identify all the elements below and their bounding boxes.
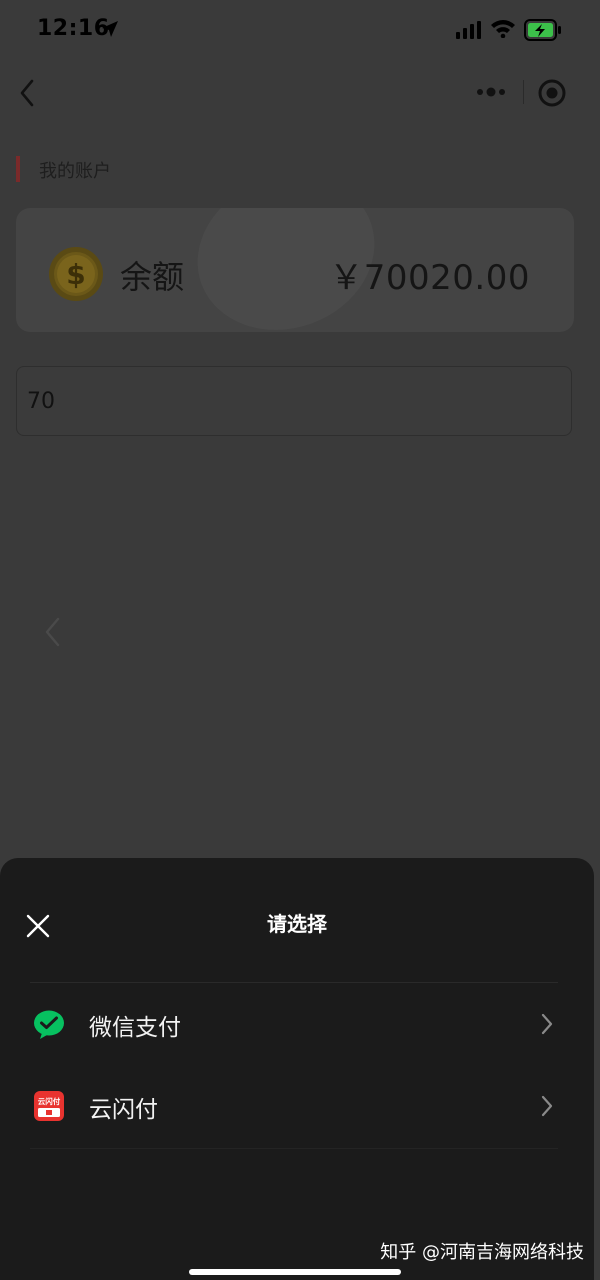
amount-input[interactable] bbox=[16, 366, 572, 436]
balance-card: $ 余额 ￥70020.00 bbox=[16, 208, 574, 332]
status-time: 12:16 bbox=[37, 16, 110, 41]
payment-method-sheet: 请选择 微信支付 云闪付 云闪付 bbox=[0, 858, 594, 1280]
payment-option-wechat-pay[interactable]: 微信支付 bbox=[0, 984, 594, 1064]
target-circle-icon[interactable] bbox=[537, 78, 567, 108]
payment-option-label: 微信支付 bbox=[89, 1015, 181, 1041]
unionpay-quickpass-icon: 云闪付 bbox=[34, 1091, 64, 1121]
watermark-text: 知乎 @河南吉海网络科技 bbox=[380, 1242, 584, 1263]
payment-option-label: 云闪付 bbox=[89, 1097, 158, 1123]
cellular-signal-icon bbox=[456, 21, 481, 39]
payment-option-unionpay[interactable]: 云闪付 云闪付 bbox=[0, 1066, 594, 1146]
wechat-pay-icon bbox=[34, 1010, 64, 1039]
capsule-divider bbox=[523, 80, 524, 104]
divider bbox=[30, 982, 558, 983]
more-dots-icon[interactable] bbox=[475, 79, 509, 105]
wifi-icon bbox=[491, 20, 515, 38]
status-bar: 12:16 bbox=[0, 0, 600, 60]
back-chevron-icon[interactable] bbox=[16, 78, 40, 108]
svg-text:$: $ bbox=[66, 258, 85, 291]
balance-label: 余额 bbox=[120, 258, 185, 296]
dollar-coin-icon: $ bbox=[49, 247, 103, 301]
section-accent-bar bbox=[16, 156, 20, 182]
section-title-text: 我的账户 bbox=[39, 161, 111, 182]
battery-charging-icon bbox=[524, 19, 561, 41]
location-arrow-icon bbox=[102, 21, 118, 37]
divider bbox=[30, 1148, 558, 1149]
sheet-title: 请选择 bbox=[267, 912, 327, 936]
chevron-right-icon bbox=[541, 1013, 553, 1035]
unionpay-icon-text: 云闪付 bbox=[38, 1096, 61, 1106]
carousel-prev-icon[interactable] bbox=[42, 616, 64, 648]
home-indicator bbox=[189, 1269, 401, 1275]
chevron-right-icon bbox=[541, 1095, 553, 1117]
balance-value: ￥70020.00 bbox=[329, 258, 530, 298]
